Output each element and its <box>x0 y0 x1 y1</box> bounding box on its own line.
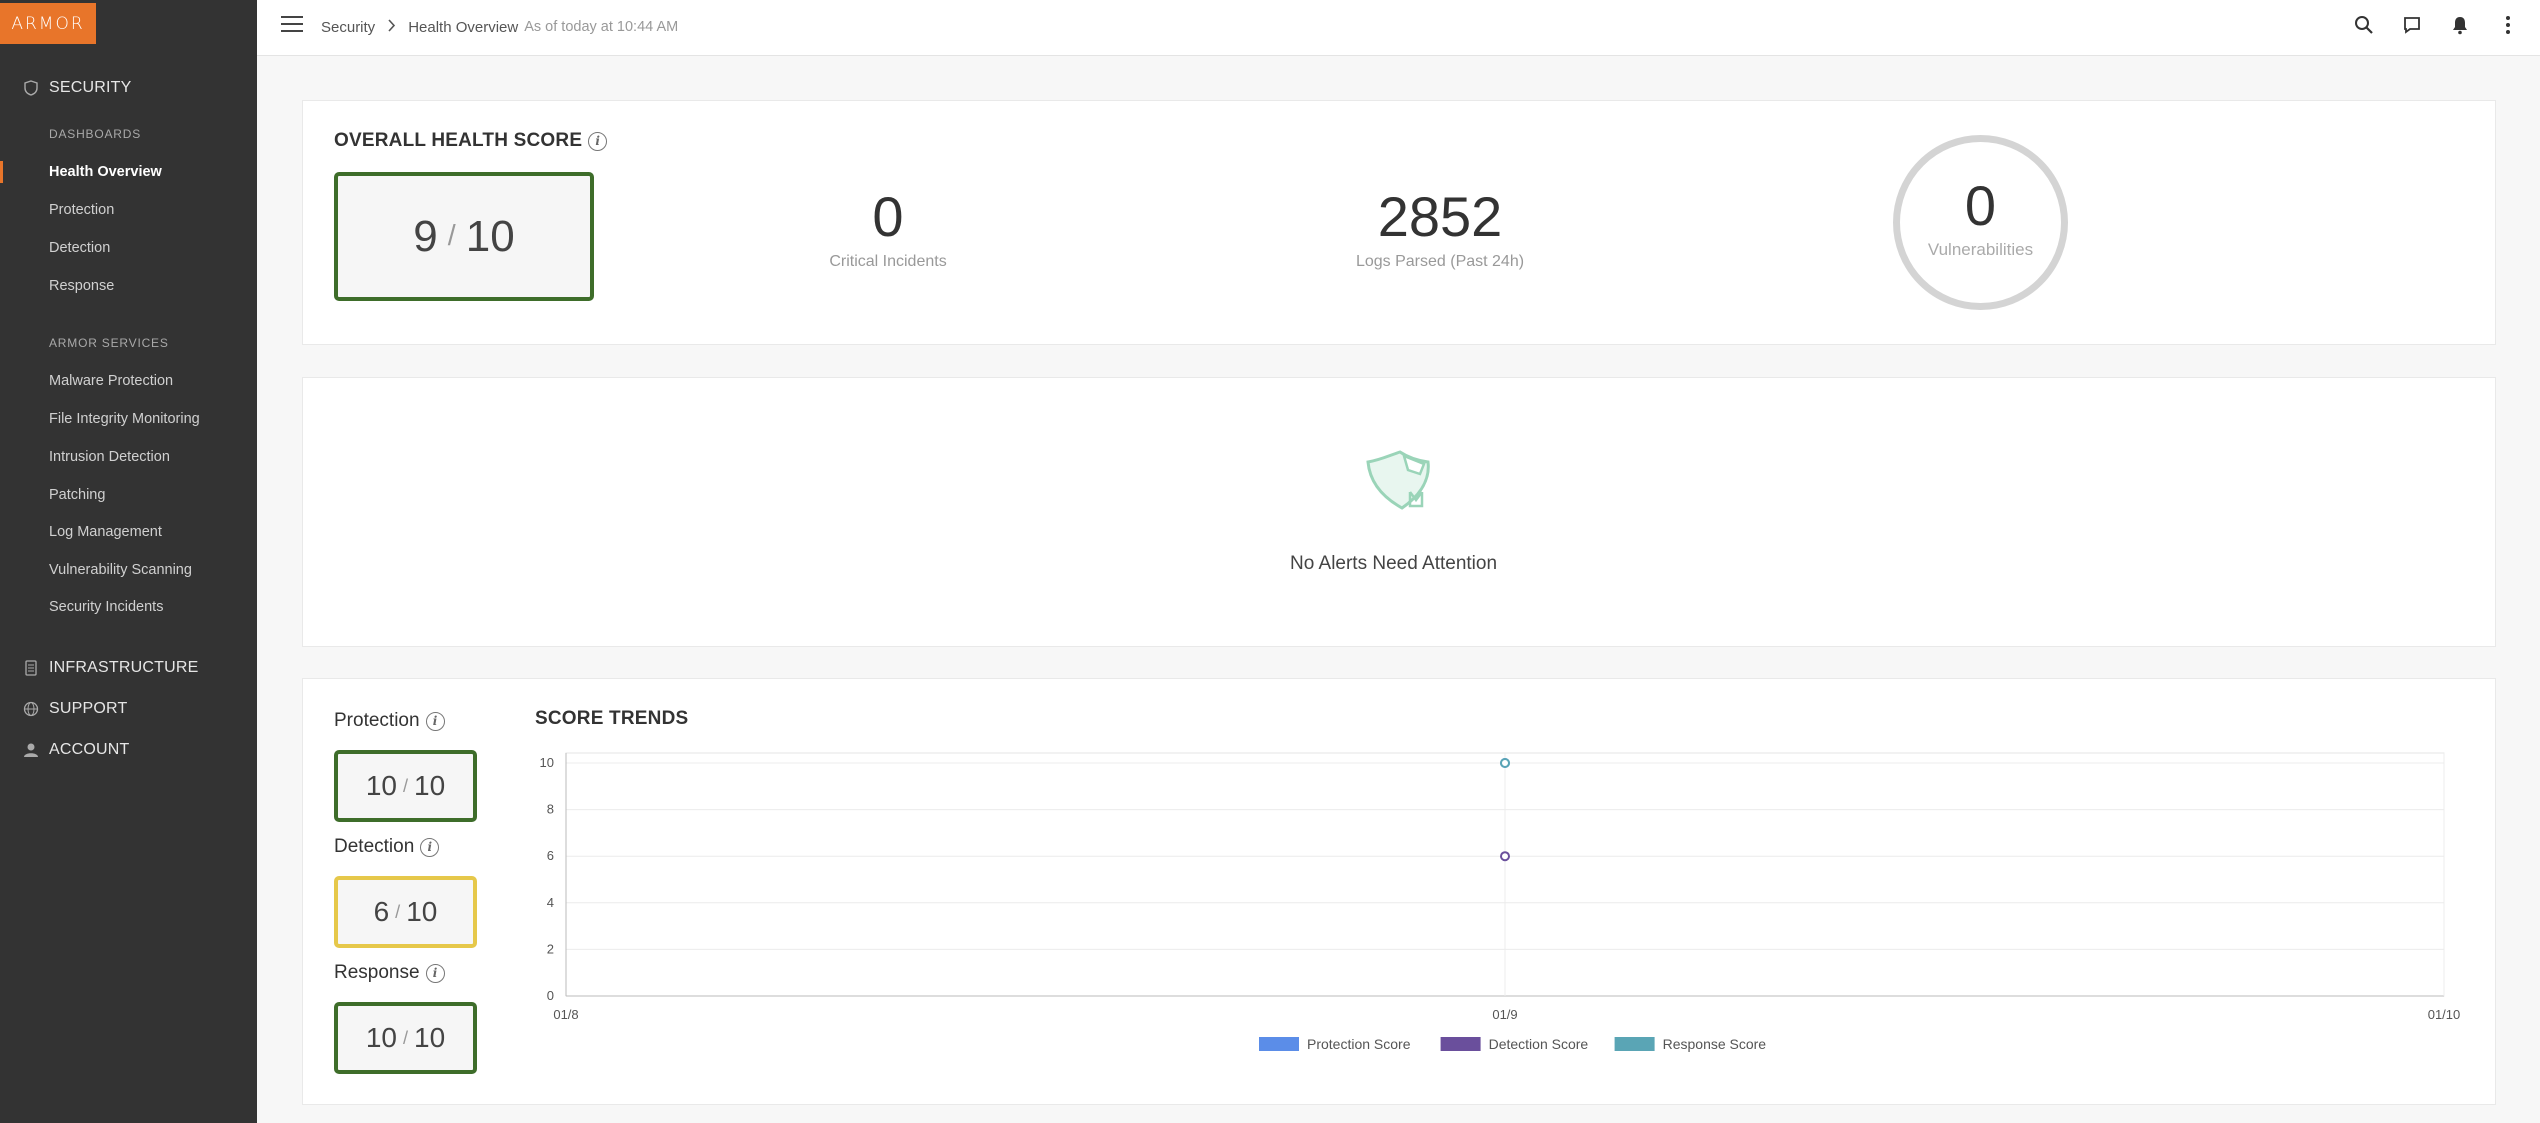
globe-icon <box>21 701 41 717</box>
logo-text: ARMOR <box>11 13 85 34</box>
protection-score-box[interactable]: 10 / 10 <box>334 750 477 822</box>
breadcrumb-security[interactable]: Security <box>321 19 375 36</box>
score-trends-chart: 0 2 4 6 8 10 01/8 01/9 01/10 Protection Score Dete… <box>534 740 2494 1070</box>
point-detection-score <box>1500 851 1510 862</box>
sidebar-item-file-integrity-monitoring[interactable]: File Integrity Monitoring <box>0 404 257 434</box>
detection-score-box[interactable]: 6 / 10 <box>334 876 477 948</box>
x-tick-label: 01/8 <box>553 1007 578 1022</box>
detection-score-max: 10 <box>406 896 438 927</box>
detection-score-value: 6 <box>373 896 390 927</box>
more-vert-icon[interactable] <box>2496 13 2520 37</box>
legend-swatch <box>1440 1037 1481 1051</box>
sidebar-item-security-incidents[interactable]: Security Incidents <box>0 592 257 622</box>
overall-health-title-text: OVERALL HEALTH SCORE <box>334 130 583 151</box>
sidebar-section-label: SECURITY <box>49 79 132 96</box>
protection-label: Protection i <box>334 710 445 732</box>
overall-score-max: 10 <box>465 211 515 261</box>
info-icon[interactable]: i <box>425 963 445 983</box>
sidebar-item-response[interactable]: Response <box>0 271 257 301</box>
info-icon[interactable]: i <box>420 837 440 857</box>
score-slash: / <box>447 220 456 252</box>
y-tick-label: 2 <box>547 941 554 956</box>
info-icon[interactable]: i <box>588 131 608 151</box>
overall-score-value: 9 <box>413 211 438 261</box>
y-tick-label: 8 <box>547 802 554 817</box>
chat-icon[interactable] <box>2400 13 2424 37</box>
point-response-score <box>1500 758 1510 768</box>
server-icon <box>21 660 41 676</box>
logs-parsed-value: 2852 <box>1377 185 1503 248</box>
y-tick-label: 10 <box>540 755 554 770</box>
sidebar-section-infrastructure[interactable]: INFRASTRUCTURE <box>0 652 257 684</box>
chevron-right-icon <box>387 19 396 35</box>
top-icons <box>2352 13 2520 37</box>
response-score-box[interactable]: 10 / 10 <box>334 1002 477 1074</box>
sidebar-item-intrusion-detection[interactable]: Intrusion Detection <box>0 442 257 472</box>
sidebar-section-label: SUPPORT <box>49 700 128 717</box>
top-bar: Security Health Overview As of today at … <box>257 0 2540 56</box>
overall-score-box: 9 / 10 <box>334 172 594 301</box>
user-icon <box>21 742 41 758</box>
vulnerabilities-ring[interactable]: 0 Vulnerabilities <box>1893 135 2068 310</box>
sidebar: ARMOR SECURITY DASHBOARDS Health Overvie… <box>0 0 257 1123</box>
sidebar-section-support[interactable]: SUPPORT <box>0 693 257 725</box>
sidebar-item-malware-protection[interactable]: Malware Protection <box>0 366 257 396</box>
sidebar-section-security[interactable]: SECURITY <box>0 72 257 104</box>
score-slash: / <box>402 1027 409 1048</box>
sidebar-section-label: ACCOUNT <box>49 741 130 758</box>
vulnerabilities-value: 0 <box>1964 173 1997 237</box>
detection-label-text: Detection <box>334 836 415 857</box>
score-slash: / <box>395 901 401 922</box>
legend-label: Detection Score <box>1489 1036 1589 1052</box>
info-icon[interactable]: i <box>425 711 445 731</box>
y-tick-label: 6 <box>547 848 554 863</box>
response-label-text: Response <box>334 962 420 983</box>
x-tick-label: 01/9 <box>1492 1007 1517 1022</box>
hamburger-menu-icon[interactable] <box>281 16 303 36</box>
legend-label: Response Score <box>1663 1036 1767 1052</box>
nav-group-armor-services: ARMOR SERVICES <box>49 336 169 350</box>
protection-label-text: Protection <box>334 710 420 731</box>
no-alerts-message: No Alerts Need Attention <box>1290 553 1498 574</box>
armor-logo[interactable]: ARMOR <box>0 3 96 44</box>
breadcrumb-health-overview: Health Overview <box>408 18 519 36</box>
logs-parsed-metric[interactable]: 2852 Logs Parsed (Past 24h) <box>1300 184 1580 271</box>
breadcrumb: Security Health Overview As of today at … <box>321 0 678 54</box>
shield-alert-icon <box>1362 448 1437 525</box>
score-trends-svg: 0 2 4 6 8 10 01/8 01/9 01/10 Protection Score Dete… <box>540 752 2461 1052</box>
protection-score-value: 10 <box>365 770 397 801</box>
legend-swatch <box>1259 1037 1299 1051</box>
score-slash: / <box>402 775 409 796</box>
critical-incidents-value: 0 <box>872 185 904 248</box>
sidebar-item-detection[interactable]: Detection <box>0 233 257 263</box>
score-trends-title: SCORE TRENDS <box>535 708 689 729</box>
sidebar-section-account[interactable]: ACCOUNT <box>0 734 257 766</box>
search-icon[interactable] <box>2352 13 2376 37</box>
y-tick-label: 4 <box>547 895 554 910</box>
sidebar-item-health-overview[interactable]: Health Overview <box>0 157 257 187</box>
as-of-timestamp: As of today at 10:44 AM <box>524 19 679 35</box>
sidebar-item-log-management[interactable]: Log Management <box>0 517 257 547</box>
response-label: Response i <box>334 962 445 984</box>
detection-label: Detection i <box>334 836 440 858</box>
y-tick-label: 0 <box>547 988 554 1003</box>
sidebar-item-patching[interactable]: Patching <box>0 480 257 510</box>
x-tick-label: 01/10 <box>2428 1007 2461 1022</box>
logs-parsed-label: Logs Parsed (Past 24h) <box>1355 253 1525 270</box>
shield-icon <box>21 80 41 96</box>
protection-score-max: 10 <box>414 770 446 801</box>
sidebar-item-vulnerability-scanning[interactable]: Vulnerability Scanning <box>0 555 257 585</box>
response-score-max: 10 <box>414 1022 446 1053</box>
critical-incidents-label: Critical Incidents <box>829 253 947 270</box>
sidebar-item-protection[interactable]: Protection <box>0 195 257 225</box>
legend-label: Protection Score <box>1307 1036 1411 1052</box>
nav-group-dashboards: DASHBOARDS <box>49 127 142 141</box>
response-score-value: 10 <box>365 1022 397 1053</box>
critical-incidents-metric[interactable]: 0 Critical Incidents <box>788 184 988 271</box>
sidebar-section-label: INFRASTRUCTURE <box>49 659 199 676</box>
bell-icon[interactable] <box>2448 13 2472 37</box>
vulnerabilities-label: Vulnerabilities <box>1927 239 2034 259</box>
legend-swatch <box>1614 1037 1655 1051</box>
overall-health-title: OVERALL HEALTH SCORE i <box>334 130 608 152</box>
